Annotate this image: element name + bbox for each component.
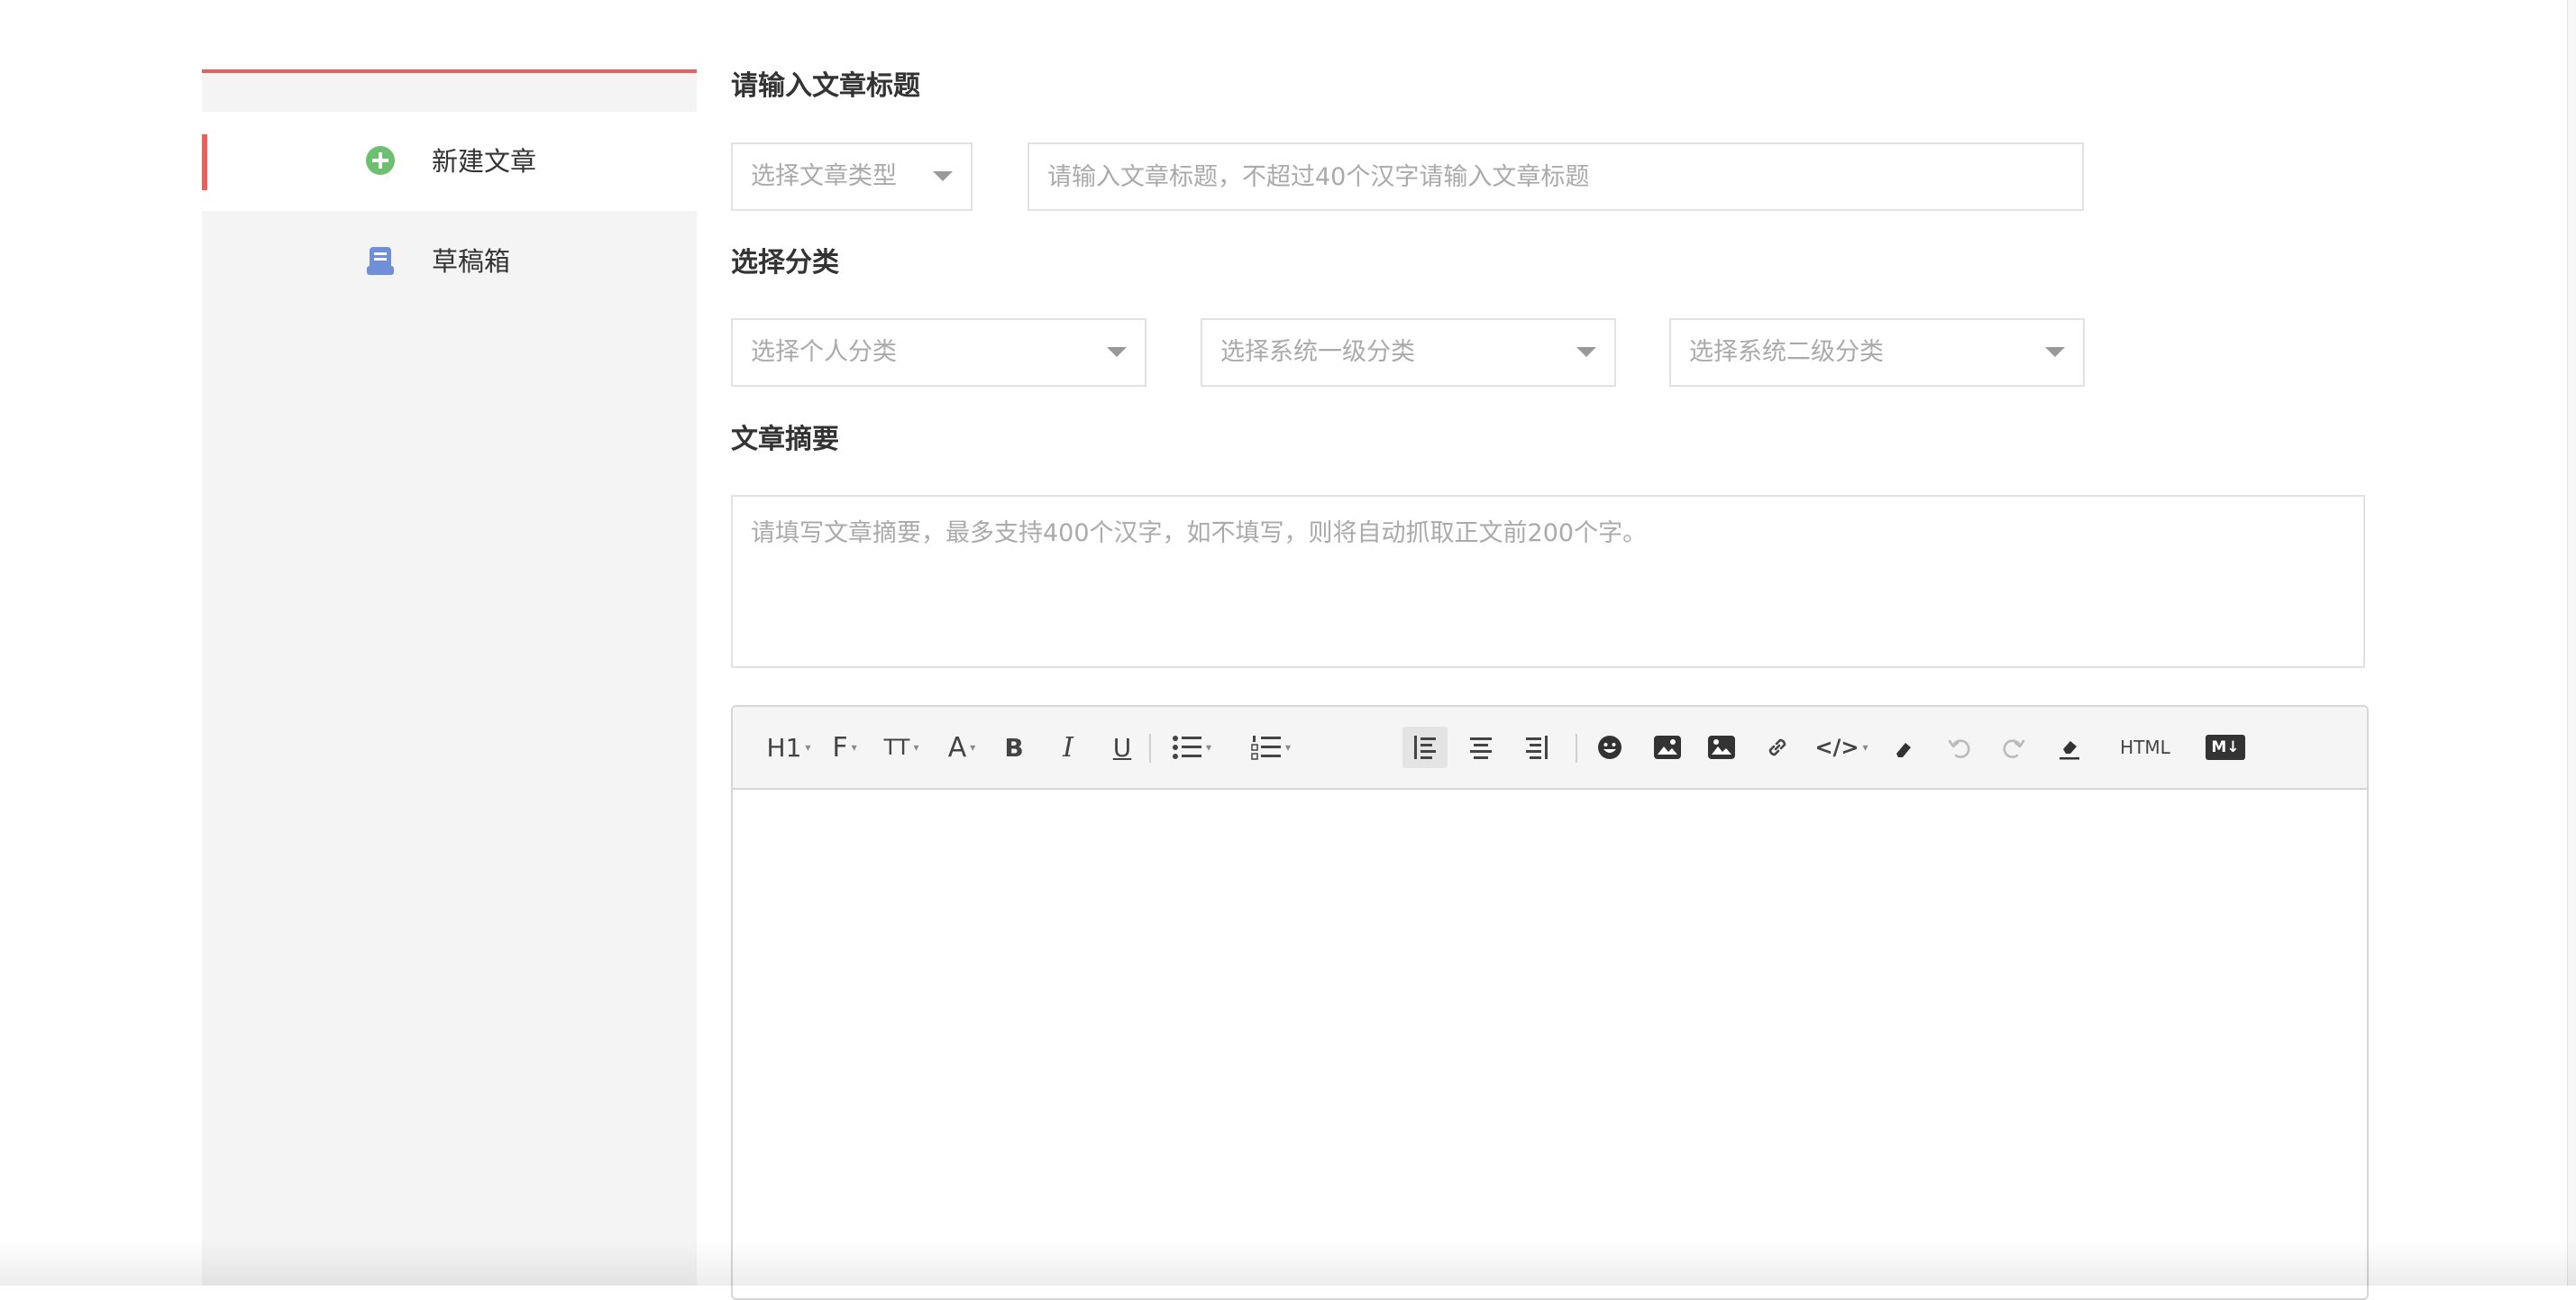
markdown-icon: M↓ [2206,735,2245,760]
dropdown-arrow-icon: ▾ [913,741,919,754]
bullet-list-button[interactable]: ▾ [1160,727,1223,768]
clear-format-icon [2056,734,2083,761]
sidebar-item-new-article[interactable]: 新建文章 [202,112,697,211]
italic-icon: I [1063,731,1073,764]
system-level2-category-select[interactable]: 选择系统二级分类 [1669,318,2085,387]
personal-category-placeholder: 选择个人分类 [751,338,897,366]
system-level2-category-placeholder: 选择系统二级分类 [1689,338,1884,366]
dropdown-arrow-icon: ▾ [1862,741,1868,754]
undo-button[interactable] [1939,727,1980,768]
summary-textarea[interactable] [731,495,2365,668]
align-left-button[interactable] [1402,727,1448,768]
active-indicator [202,134,207,190]
toolbar-divider [1149,734,1151,763]
font-size-button[interactable]: TT ▾ [873,727,929,768]
heading-icon: H1 [766,732,802,763]
font-color-icon: A [947,731,967,764]
summary-heading: 文章摘要 [731,424,839,455]
undo-icon [1946,734,1973,761]
personal-category-select[interactable]: 选择个人分类 [731,318,1146,387]
align-right-button[interactable] [1514,727,1559,768]
system-level1-category-select[interactable]: 选择系统一级分类 [1201,318,1616,387]
image-icon [1653,734,1682,761]
code-icon: </> [1814,735,1859,760]
dropdown-arrow-icon: ▾ [805,741,811,754]
insert-image-button[interactable] [1647,727,1688,768]
font-family-button[interactable]: F ▾ [819,727,870,768]
editor-content-area[interactable] [733,790,2367,1298]
sidebar-item-label: 新建文章 [432,146,537,177]
system-level1-category-placeholder: 选择系统一级分类 [1220,338,1415,366]
article-type-select[interactable]: 选择文章类型 [731,142,973,211]
dropdown-arrow-icon: ▾ [1284,741,1292,754]
link-icon [1764,734,1791,761]
eraser-icon [1890,734,1917,761]
sidebar-item-label: 草稿箱 [432,246,511,277]
align-right-icon [1523,734,1550,761]
redo-icon [2000,734,2027,761]
article-type-placeholder: 选择文章类型 [751,162,897,190]
align-center-button[interactable] [1458,727,1503,768]
article-title-input[interactable] [1028,142,2084,211]
ordered-list-icon [1251,734,1282,761]
dropdown-arrow-icon: ▾ [851,741,857,754]
italic-button[interactable]: I [1048,727,1088,768]
emoji-button[interactable] [1589,727,1631,768]
link-button[interactable] [1757,727,1798,768]
dropdown-arrow-icon: ▾ [970,741,976,754]
heading-button[interactable]: H1 ▾ [762,727,816,768]
underline-icon: U [1112,732,1132,763]
code-button[interactable]: </> ▾ [1813,727,1870,768]
editor-toolbar: H1 ▾ F ▾ TT ▾ A ▾ B I U ▾ ▾ </> ▾ HTML M… [733,707,2367,790]
caret-down-icon [1107,347,1127,357]
html-source-button[interactable]: HTML [2114,727,2177,768]
emoji-icon [1596,734,1623,761]
drafts-icon [364,244,397,277]
image-upload-icon [1707,734,1736,761]
bullet-list-icon [1172,734,1202,761]
align-left-icon [1411,734,1439,761]
markdown-button[interactable]: M↓ [2200,727,2251,768]
font-size-icon: TT [883,735,910,760]
font-color-button[interactable]: A ▾ [935,727,989,768]
sidebar: 新建文章 草稿箱 [202,69,697,1286]
caret-down-icon [1576,347,1596,357]
plus-circle-icon [364,144,397,177]
html-icon: HTML [2120,737,2170,758]
category-heading: 选择分类 [731,247,839,279]
font-family-icon: F [832,731,848,764]
toolbar-divider [1576,734,1577,763]
underline-button[interactable]: U [1102,727,1142,768]
caret-down-icon [933,171,953,181]
article-title-heading: 请输入文章标题 [731,70,920,102]
rich-text-editor: H1 ▾ F ▾ TT ▾ A ▾ B I U ▾ ▾ </> ▾ HTML M… [731,705,2369,1300]
ordered-list-button[interactable]: ▾ [1239,727,1302,768]
clear-format-button[interactable] [2049,727,2090,768]
sidebar-item-drafts[interactable]: 草稿箱 [202,212,697,311]
sidebar-accent-line [202,69,697,73]
page-scrollbar[interactable] [2567,0,2576,1286]
redo-button[interactable] [1993,727,2034,768]
upload-image-button[interactable] [1701,727,1742,768]
eraser-button[interactable] [1883,727,1924,768]
bold-icon: B [1004,732,1024,763]
align-center-icon [1467,734,1494,761]
bold-button[interactable]: B [994,727,1034,768]
caret-down-icon [2045,347,2065,357]
dropdown-arrow-icon: ▾ [1205,741,1212,754]
